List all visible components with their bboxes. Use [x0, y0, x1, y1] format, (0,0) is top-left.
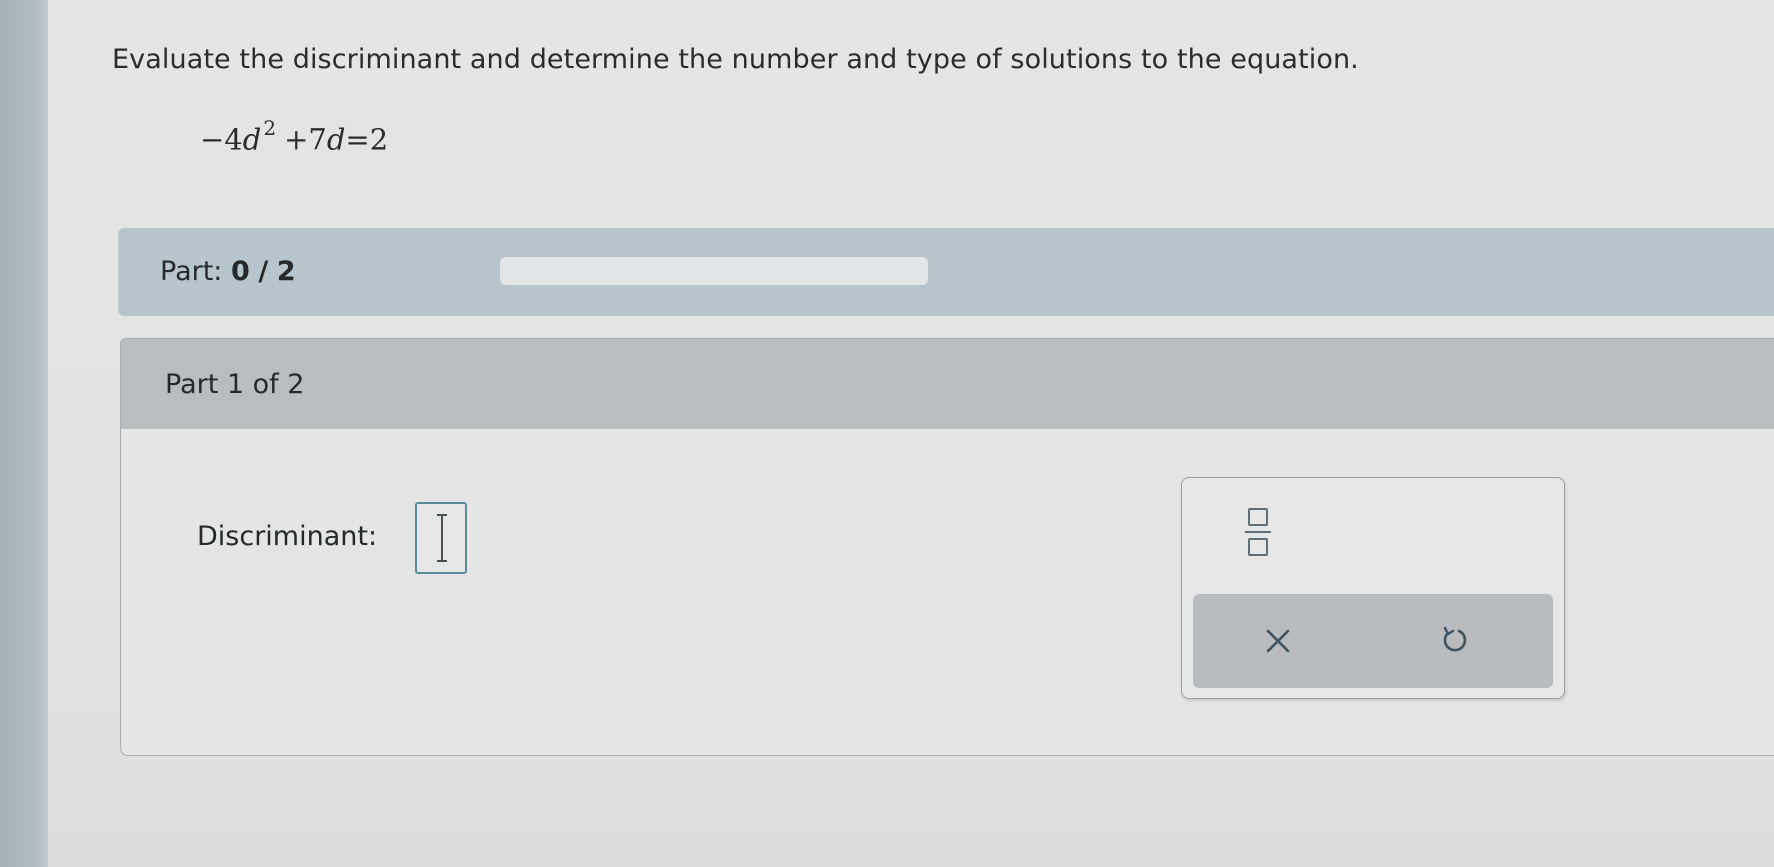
math-keypad	[1181, 477, 1565, 699]
keypad-action-row	[1193, 594, 1553, 688]
undo-icon	[1443, 626, 1467, 652]
fraction-denominator-icon	[1248, 538, 1268, 556]
equation-variable: d	[242, 122, 262, 157]
left-edge-panel	[0, 0, 48, 867]
equation-exponent: 2	[263, 116, 277, 140]
fraction-bar-icon	[1245, 531, 1271, 533]
fraction-numerator-icon	[1248, 508, 1268, 526]
undo-button[interactable]	[1427, 614, 1481, 668]
part-progress-label: Part: 0 / 2	[160, 256, 296, 287]
close-icon	[1266, 629, 1290, 653]
equation-coefficient: −4	[200, 122, 243, 157]
equation: −4d 2 +7d=2	[200, 116, 389, 157]
part-title: Part 1 of 2	[165, 369, 305, 400]
progress-track	[500, 257, 928, 285]
discriminant-label: Discriminant:	[197, 521, 378, 552]
equation-middle-term: +7	[284, 122, 327, 157]
part-progress-bar: Part: 0 / 2	[118, 228, 1774, 316]
part-header: Part 1 of 2	[121, 339, 1774, 429]
question-instruction: Evaluate the discriminant and determine …	[112, 44, 1359, 75]
equation-variable-2: d	[326, 122, 346, 157]
fraction-button[interactable]	[1238, 500, 1278, 560]
part-progress-current: 0	[231, 256, 250, 287]
part-card: Part 1 of 2 Discriminant:	[120, 338, 1774, 756]
clear-button[interactable]	[1251, 614, 1305, 668]
equation-rhs: =2	[345, 122, 389, 157]
text-cursor-icon	[437, 514, 447, 562]
part-progress-text: Part:	[160, 256, 223, 287]
part-progress-separator: /	[258, 256, 269, 287]
part-progress-total: 2	[276, 256, 296, 287]
discriminant-input[interactable]	[415, 502, 467, 574]
